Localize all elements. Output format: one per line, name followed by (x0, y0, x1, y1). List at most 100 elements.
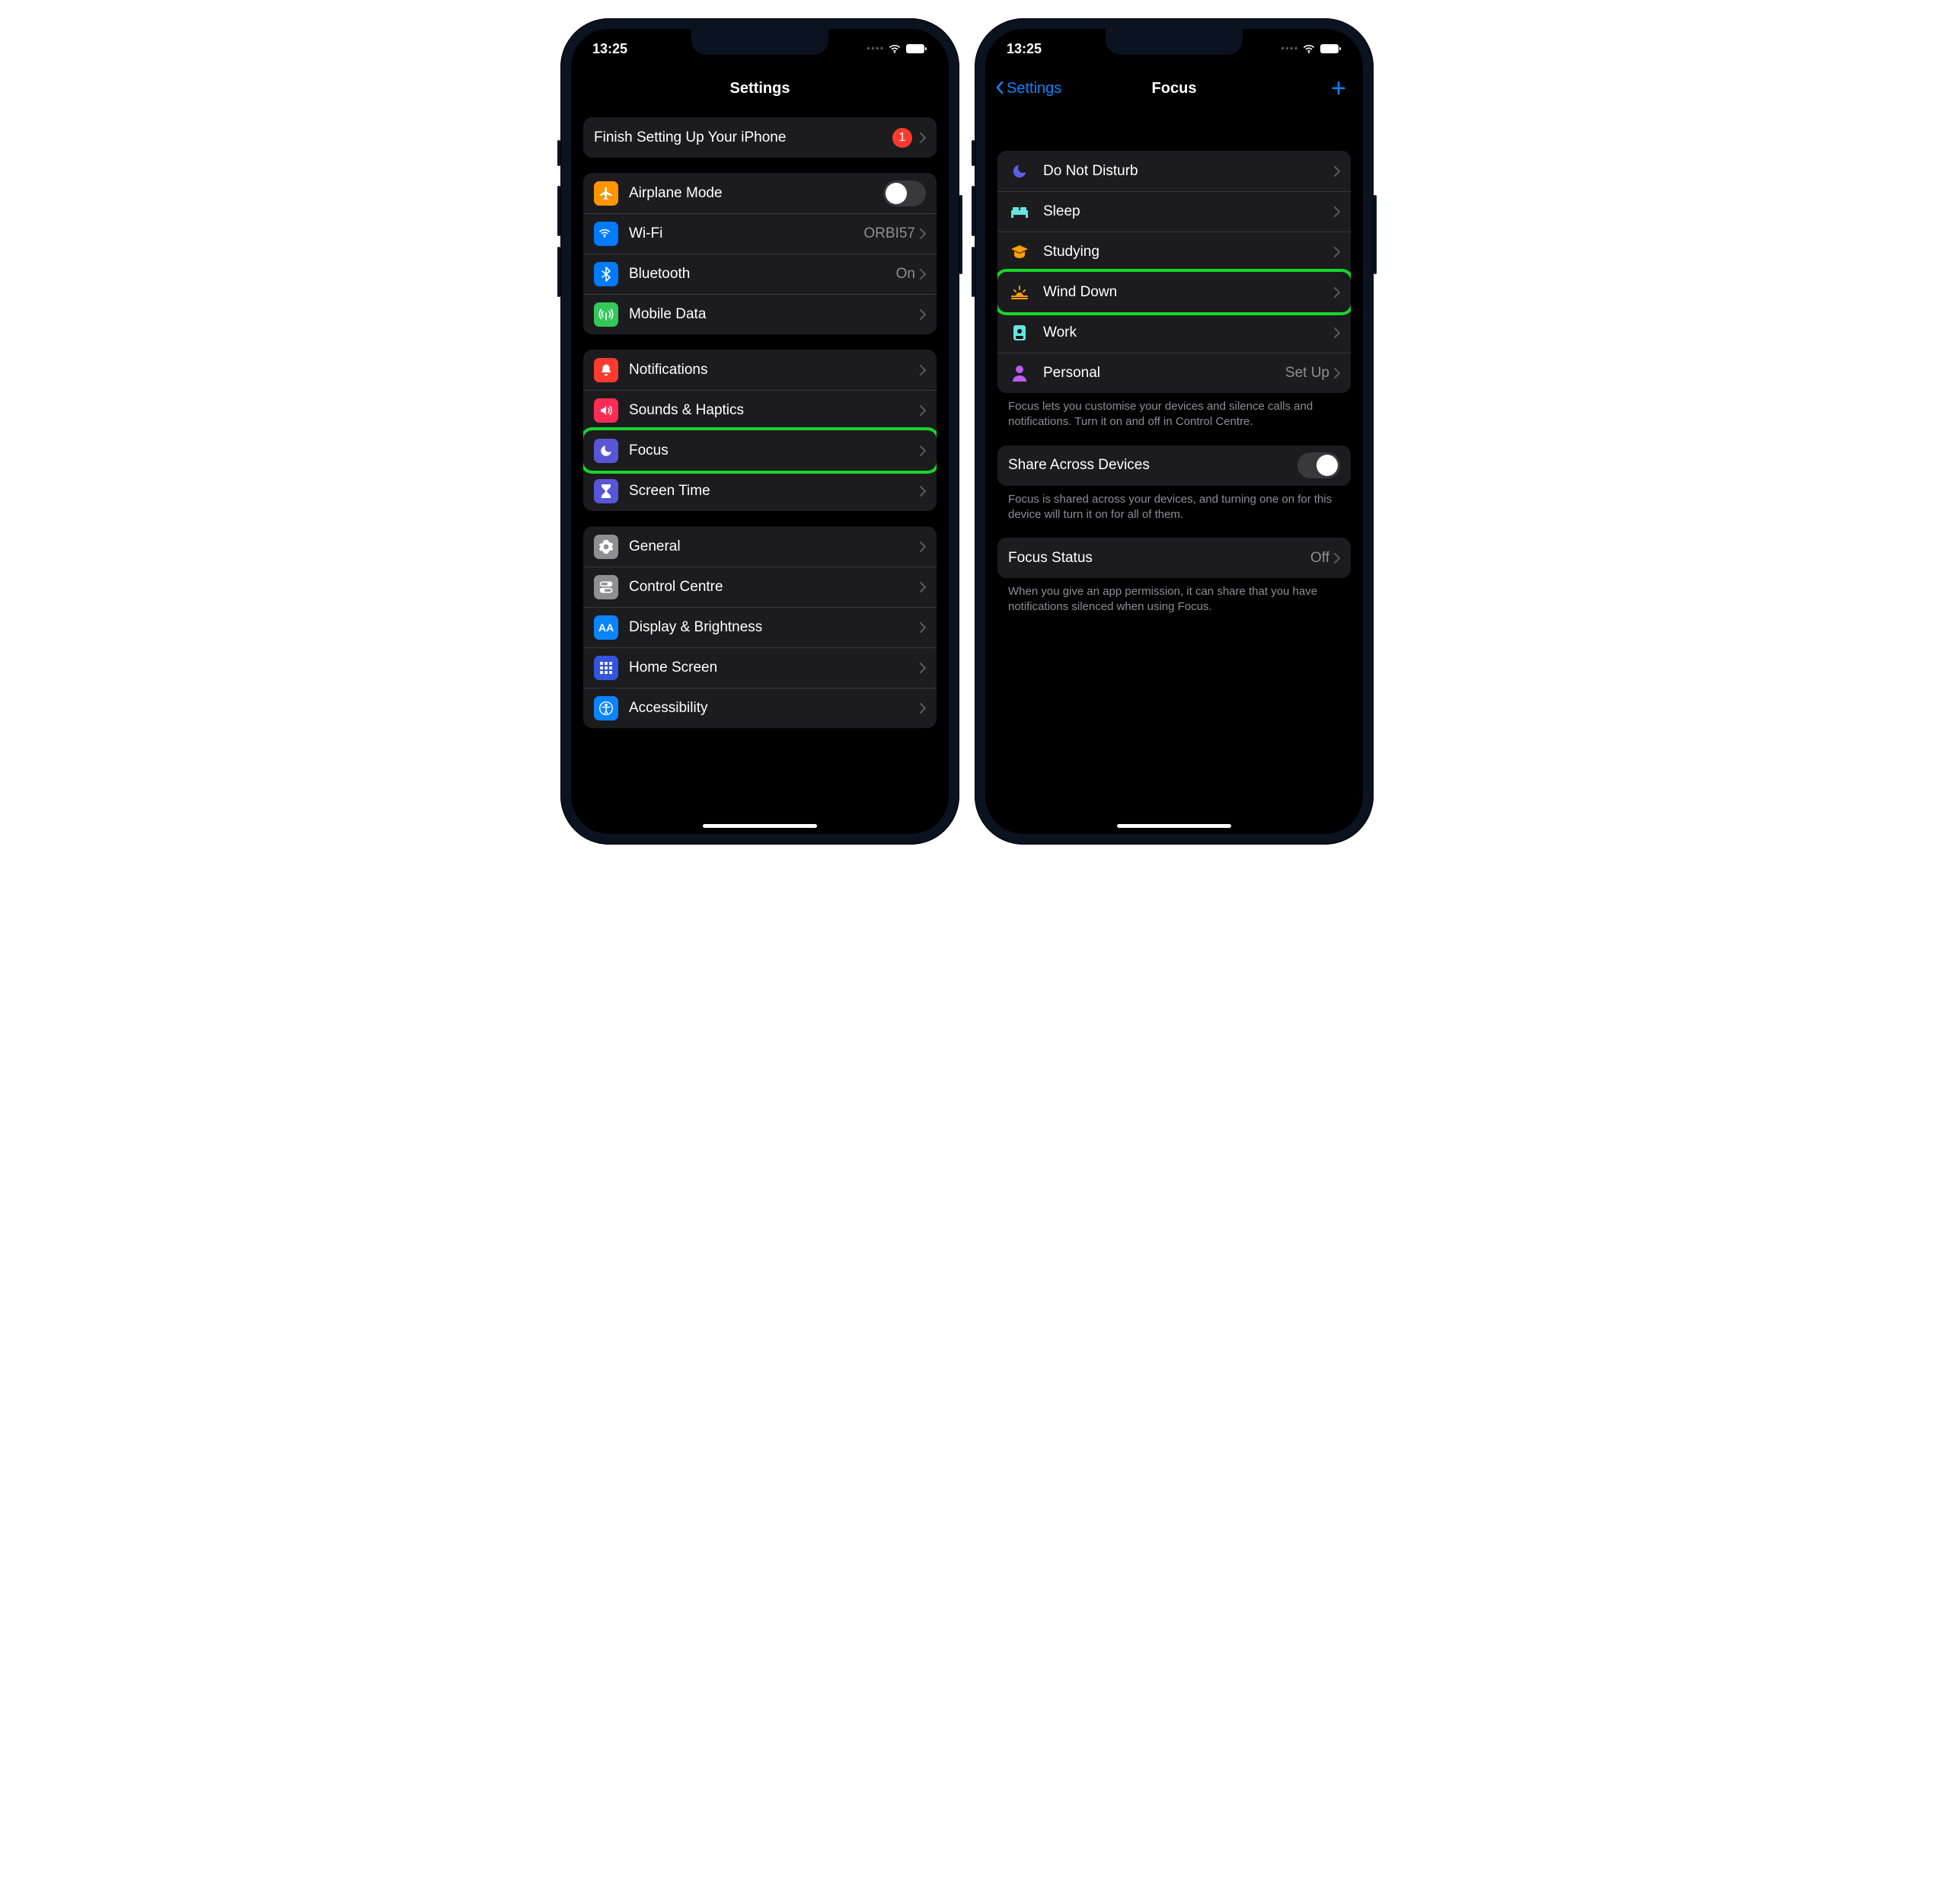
status-time: 13:25 (592, 41, 627, 57)
phone-right: 13:25 •••• Settings Focus + (975, 18, 1374, 845)
row-bluetooth[interactable]: Bluetooth On (583, 254, 937, 294)
row-label: General (629, 538, 920, 555)
footer-status: When you give an app permission, it can … (997, 578, 1351, 615)
row-notifications[interactable]: Notifications (583, 350, 937, 390)
wifi-icon (889, 44, 902, 54)
hourglass-icon (594, 479, 618, 503)
notch (691, 29, 828, 55)
chevron-right-icon (1334, 287, 1340, 298)
row-label: Finish Setting Up Your iPhone (594, 129, 892, 146)
row-home-screen[interactable]: Home Screen (583, 647, 937, 688)
row-label: Work (1043, 324, 1334, 341)
chevron-right-icon (920, 228, 926, 239)
chevron-right-icon (920, 582, 926, 593)
back-button[interactable]: Settings (996, 80, 1061, 97)
row-wifi[interactable]: Wi-Fi ORBI57 (583, 213, 937, 254)
row-display[interactable]: AA Display & Brightness (583, 607, 937, 647)
home-indicator[interactable] (1117, 824, 1231, 828)
wifi-box-icon (594, 222, 618, 246)
airplane-icon (594, 181, 618, 206)
row-label: Sleep (1043, 203, 1334, 220)
row-screen-time[interactable]: Screen Time (583, 471, 937, 511)
chevron-right-icon (920, 365, 926, 375)
row-label: Home Screen (629, 660, 920, 676)
back-label: Settings (1007, 80, 1061, 97)
row-personal[interactable]: Personal Set Up (997, 353, 1351, 393)
row-airplane-mode[interactable]: Airplane Mode (583, 173, 937, 213)
airplane-toggle[interactable] (883, 180, 926, 206)
chevron-right-icon (920, 486, 926, 497)
add-button[interactable]: + (1331, 75, 1346, 101)
row-work[interactable]: Work (997, 312, 1351, 353)
row-label: Screen Time (629, 483, 920, 500)
row-label: Personal (1043, 365, 1285, 382)
moon-icon (1008, 163, 1031, 180)
row-studying[interactable]: Studying (997, 232, 1351, 272)
chevron-right-icon (920, 405, 926, 416)
bell-icon (594, 358, 618, 382)
row-dnd[interactable]: Do Not Disturb (997, 151, 1351, 191)
badge-icon (1008, 324, 1031, 341)
chevron-right-icon (920, 133, 926, 143)
row-focus-status[interactable]: Focus Status Off (997, 538, 1351, 578)
chevron-right-icon (920, 309, 926, 320)
cellular-dots-icon: •••• (867, 44, 885, 53)
row-label: Display & Brightness (629, 619, 920, 636)
row-share-devices[interactable]: Share Across Devices (997, 446, 1351, 486)
cellular-dots-icon: •••• (1281, 44, 1299, 53)
sunset-icon (1008, 285, 1031, 300)
status-time: 13:25 (1007, 41, 1042, 57)
chevron-right-icon (920, 541, 926, 552)
home-indicator[interactable] (703, 824, 817, 828)
row-general[interactable]: General (583, 526, 937, 567)
row-label: Wi-Fi (629, 225, 863, 242)
accessibility-icon (594, 696, 618, 720)
row-label: Control Centre (629, 579, 920, 596)
row-label: Sounds & Haptics (629, 402, 920, 419)
battery-icon (1320, 44, 1342, 53)
antenna-icon (594, 302, 618, 327)
sliders-icon (594, 575, 618, 599)
row-sounds[interactable]: Sounds & Haptics (583, 390, 937, 430)
row-focus[interactable]: Focus (583, 430, 937, 471)
row-label: Focus Status (1008, 550, 1310, 567)
phone-left: 13:25 •••• Settings Finish Setting Up Yo… (560, 18, 959, 845)
battery-icon (906, 44, 927, 53)
chevron-right-icon (1334, 247, 1340, 257)
chevron-right-icon (1334, 553, 1340, 564)
chevron-right-icon (1334, 166, 1340, 177)
chevron-right-icon (1334, 206, 1340, 217)
notification-badge: 1 (892, 128, 912, 148)
row-finish-setup[interactable]: Finish Setting Up Your iPhone 1 (583, 117, 937, 158)
bed-icon (1008, 205, 1031, 219)
row-label: Do Not Disturb (1043, 163, 1334, 180)
moon-icon (594, 439, 618, 463)
page-title: Focus (1152, 80, 1197, 97)
row-control-centre[interactable]: Control Centre (583, 567, 937, 607)
graduation-icon (1008, 244, 1031, 260)
row-value: Off (1310, 550, 1329, 567)
nav-bar: Settings Focus + (985, 69, 1363, 108)
row-accessibility[interactable]: Accessibility (583, 688, 937, 728)
footer-share: Focus is shared across your devices, and… (997, 486, 1351, 523)
row-wind-down[interactable]: Wind Down (997, 272, 1351, 312)
text-size-icon: AA (594, 615, 618, 640)
chevron-right-icon (920, 269, 926, 280)
footer-modes: Focus lets you customise your devices an… (997, 393, 1351, 430)
notch (1106, 29, 1243, 55)
speaker-icon (594, 398, 618, 423)
row-value: Set Up (1285, 365, 1329, 382)
row-label: Studying (1043, 244, 1334, 260)
share-toggle[interactable] (1297, 452, 1340, 478)
grid-icon (594, 656, 618, 680)
row-label: Share Across Devices (1008, 457, 1297, 474)
row-value: ORBI57 (863, 225, 915, 242)
row-mobile-data[interactable]: Mobile Data (583, 294, 937, 334)
row-label: Wind Down (1043, 284, 1334, 301)
row-sleep[interactable]: Sleep (997, 191, 1351, 232)
row-label: Notifications (629, 362, 920, 379)
bluetooth-icon (594, 262, 618, 286)
row-label: Bluetooth (629, 266, 896, 283)
chevron-right-icon (920, 703, 926, 714)
row-label: Airplane Mode (629, 185, 883, 202)
